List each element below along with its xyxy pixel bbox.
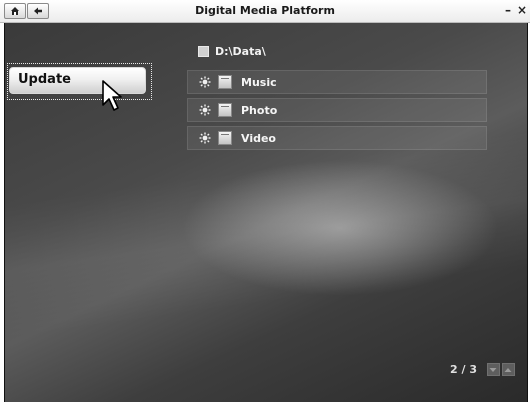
title-bar: Digital Media Platform – × (0, 0, 530, 23)
minimize-button[interactable]: – (505, 2, 511, 18)
chevron-up-icon (504, 367, 512, 372)
window-title: Digital Media Platform (195, 4, 335, 17)
folder-icon (218, 103, 232, 117)
pager: 2 / 3 (450, 363, 515, 376)
drive-icon (198, 45, 209, 57)
chevron-down-icon (489, 367, 497, 372)
folder-label: Photo (241, 103, 278, 117)
close-button[interactable]: × (517, 2, 527, 18)
folder-icon (218, 131, 232, 145)
path-label: D:\Data\ (215, 44, 266, 58)
current-path: D:\Data\ (198, 43, 266, 59)
settings-icon[interactable] (197, 74, 213, 90)
page-indicator: 2 / 3 (450, 363, 477, 376)
page-up-button[interactable] (501, 363, 515, 376)
folder-row-video[interactable]: Video (187, 126, 487, 150)
settings-icon[interactable] (197, 102, 213, 118)
settings-icon[interactable] (197, 130, 213, 146)
main-panel: Update D:\Data\ Music Photo Video 2 / 3 (4, 23, 528, 402)
mouse-cursor (102, 80, 122, 111)
folder-label: Video (241, 131, 276, 145)
page-down-button[interactable] (486, 363, 500, 376)
folder-label: Music (241, 75, 277, 89)
folder-row-music[interactable]: Music (187, 70, 487, 94)
folder-icon (218, 75, 232, 89)
update-button-label: Update (18, 72, 71, 87)
folder-row-photo[interactable]: Photo (187, 98, 487, 122)
